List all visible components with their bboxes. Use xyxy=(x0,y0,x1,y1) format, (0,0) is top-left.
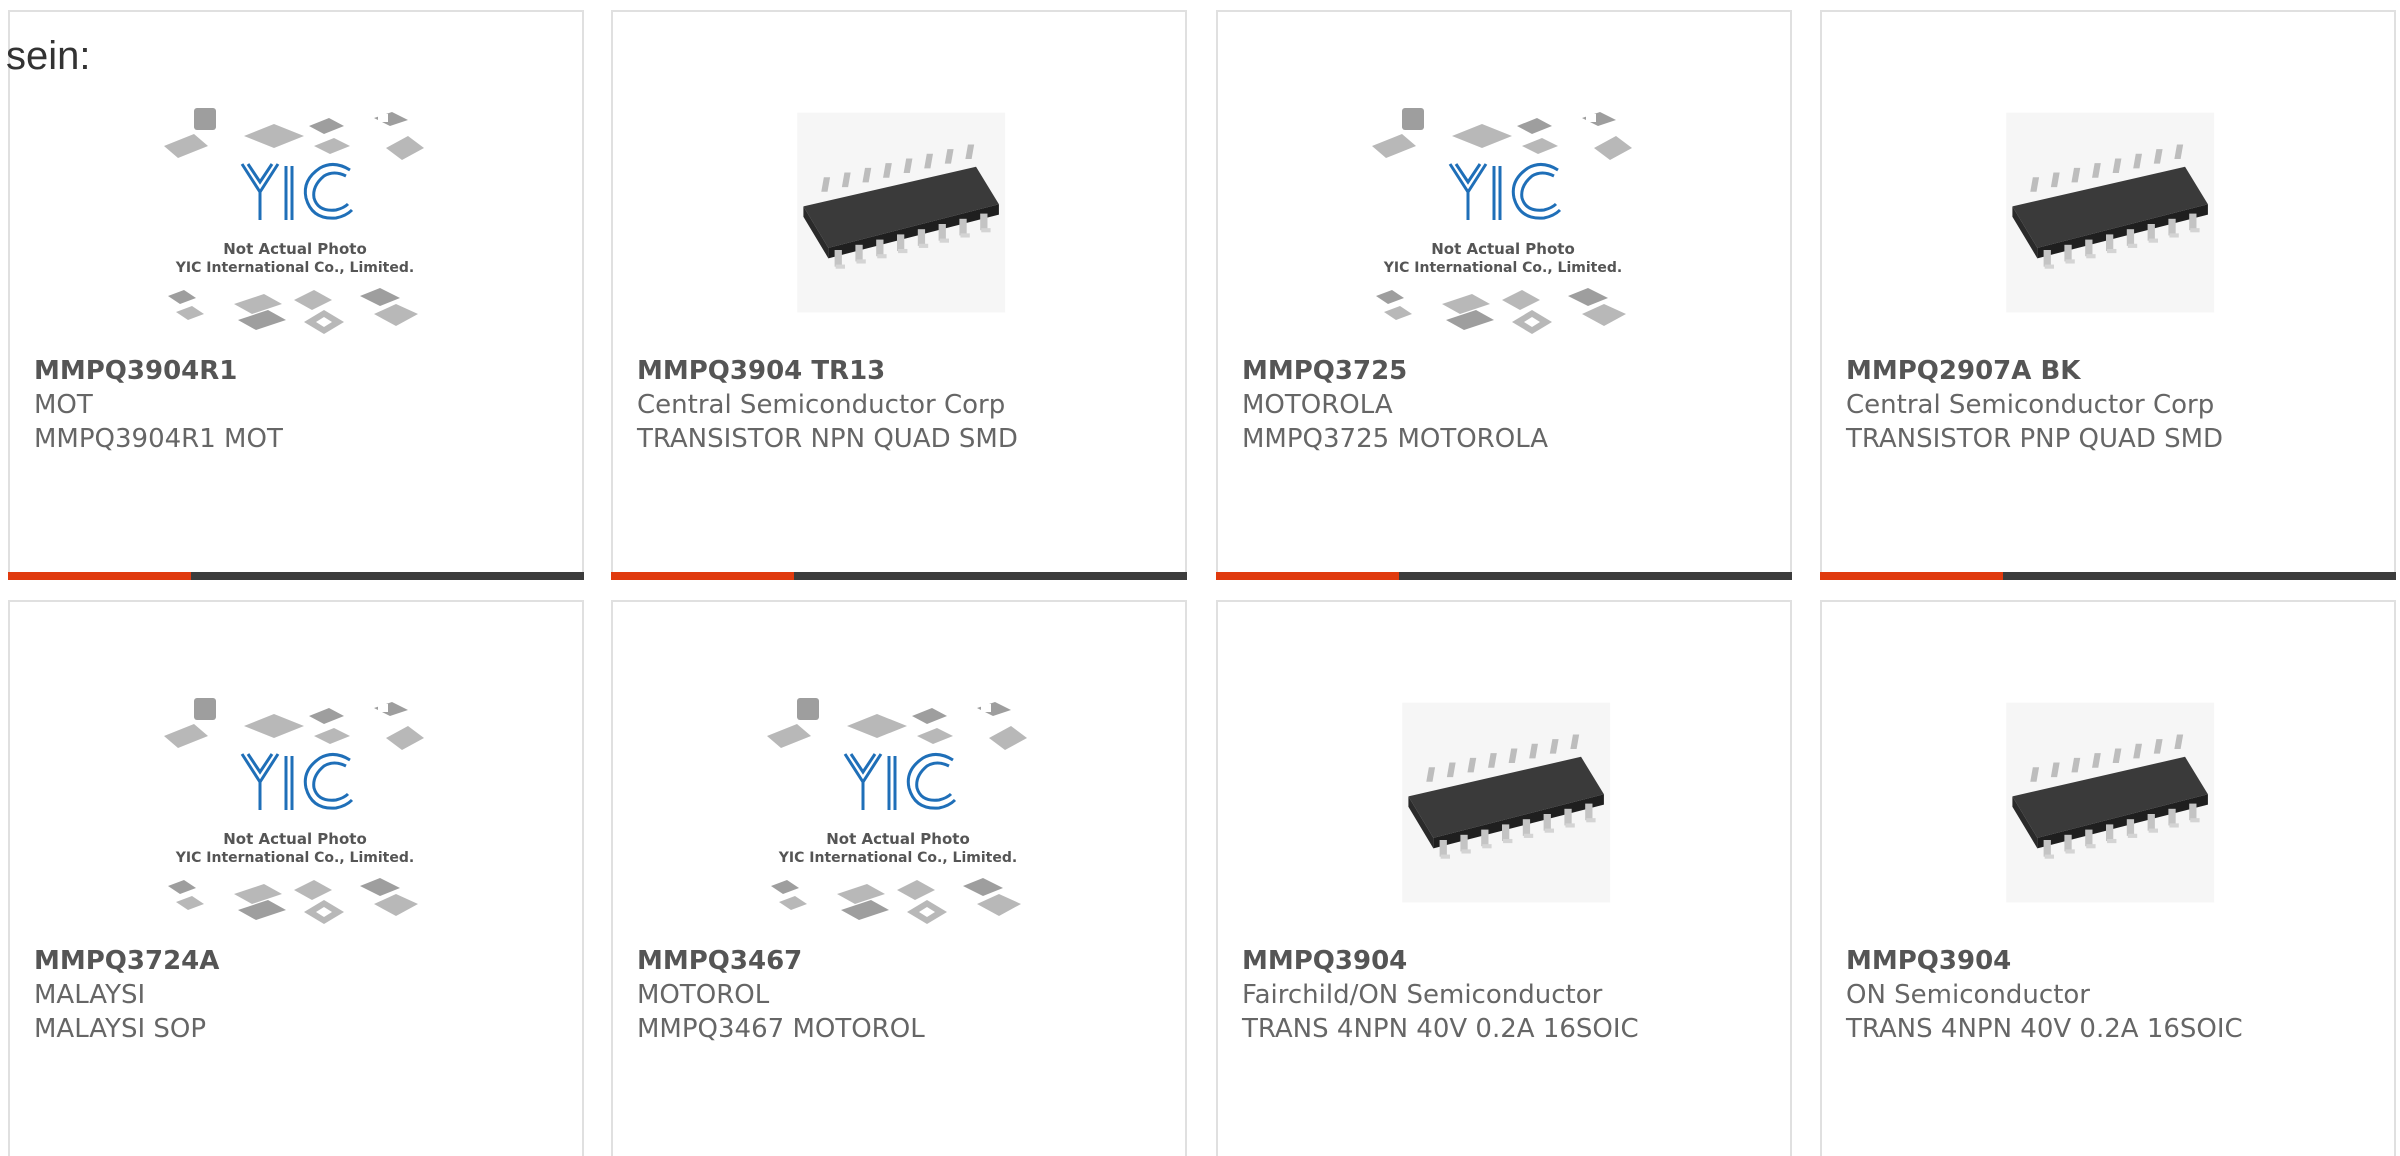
photo-caption-line1: Not Actual Photo xyxy=(223,240,367,258)
photo-caption-line1: Not Actual Photo xyxy=(223,830,367,848)
description: TRANSISTOR PNP QUAD SMD xyxy=(1846,424,2224,454)
part-number[interactable]: MMPQ3725 xyxy=(1242,354,1778,388)
card-bar-accent xyxy=(1216,572,1399,580)
manufacturer: MOTOROL xyxy=(637,980,770,1010)
part-number[interactable]: MMPQ3904 xyxy=(1242,944,1778,978)
product-card[interactable]: MMPQ3904 ON Semiconductor TRANS 4NPN 40V… xyxy=(1820,600,2396,1156)
product-card[interactable]: MMPQ3904 Fairchild/ON Semiconductor TRAN… xyxy=(1216,600,1792,1156)
card-bar-accent xyxy=(8,572,191,580)
part-number[interactable]: MMPQ3904 TR13 xyxy=(637,354,1173,388)
manufacturer: Fairchild/ON Semiconductor xyxy=(1242,980,1603,1010)
product-card[interactable]: Not Actual Photo YIC International Co., L… xyxy=(8,600,584,1156)
manufacturer: ON Semiconductor xyxy=(1846,980,2090,1010)
chip-image xyxy=(747,94,1047,354)
manufacturer: Central Semiconductor Corp xyxy=(637,390,1006,420)
description: MMPQ3467 MOTOROL xyxy=(637,1014,925,1044)
placeholder-image: Not Actual Photo YIC International Co., L… xyxy=(1352,94,1652,354)
description: MMPQ3725 MOTOROLA xyxy=(1242,424,1549,454)
photo-caption-line2: YIC International Co., Limited. xyxy=(1383,260,1622,276)
manufacturer: Central Semiconductor Corp xyxy=(1846,390,2215,420)
product-card[interactable]: Not Actual Photo YIC International Co., L… xyxy=(1216,10,1792,580)
placeholder-image: Not Actual Photo YIC International Co., L… xyxy=(747,684,1047,944)
product-card[interactable]: Not Actual Photo YIC International Co., L… xyxy=(611,600,1187,1156)
photo-caption-line2: YIC International Co., Limited. xyxy=(778,850,1017,866)
description: MALAYSI SOP xyxy=(34,1014,207,1044)
placeholder-image: Not Actual Photo YIC International Co., L… xyxy=(144,684,444,944)
part-number[interactable]: MMPQ3467 xyxy=(637,944,1173,978)
card-bar-accent xyxy=(611,572,794,580)
part-number[interactable]: MMPQ3904R1 xyxy=(34,354,570,388)
manufacturer: MOTOROLA xyxy=(1242,390,1393,420)
card-bar-accent xyxy=(1820,572,2003,580)
chip-image xyxy=(1956,94,2256,354)
photo-caption-line1: Not Actual Photo xyxy=(1431,240,1575,258)
part-number[interactable]: MMPQ2907A BK xyxy=(1846,354,2382,388)
description: MMPQ3904R1 MOT xyxy=(34,424,283,454)
product-card[interactable]: MMPQ2907A BK Central Semiconductor Corp … xyxy=(1820,10,2396,580)
manufacturer: MALAYSI xyxy=(34,980,146,1010)
intro-text: sein: xyxy=(6,34,91,78)
part-number[interactable]: MMPQ3724A xyxy=(34,944,570,978)
card-bar xyxy=(1216,572,1792,580)
description: TRANS 4NPN 40V 0.2A 16SOIC xyxy=(1242,1014,1639,1044)
product-card[interactable]: MMPQ3904 TR13 Central Semiconductor Corp… xyxy=(611,10,1187,580)
description: TRANS 4NPN 40V 0.2A 16SOIC xyxy=(1846,1014,2243,1044)
card-bar xyxy=(611,572,1187,580)
manufacturer: MOT xyxy=(34,390,93,420)
description: TRANSISTOR NPN QUAD SMD xyxy=(637,424,1018,454)
card-bar xyxy=(1820,572,2396,580)
product-card[interactable]: Not Actual Photo YIC International Co., L… xyxy=(8,10,584,580)
chip-image xyxy=(1956,684,2256,944)
photo-caption-line2: YIC International Co., Limited. xyxy=(175,850,414,866)
part-number[interactable]: MMPQ3904 xyxy=(1846,944,2382,978)
photo-caption-line1: Not Actual Photo xyxy=(826,830,970,848)
photo-caption-line2: YIC International Co., Limited. xyxy=(175,260,414,276)
card-bar xyxy=(8,572,584,580)
placeholder-image: Not Actual Photo YIC International Co., L… xyxy=(144,94,444,354)
chip-image xyxy=(1352,684,1652,944)
